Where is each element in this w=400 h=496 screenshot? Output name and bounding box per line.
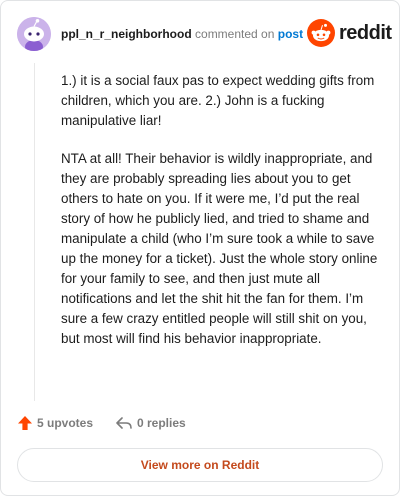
reddit-logo[interactable]: reddit xyxy=(307,19,392,49)
comment-embed-card: ppl_n_r_neighborhood commented on post r… xyxy=(0,0,400,496)
post-link[interactable]: post xyxy=(278,27,303,41)
thread-line xyxy=(34,63,35,401)
replies-stat[interactable]: 0 replies xyxy=(115,413,186,433)
view-more-button[interactable]: View more on Reddit xyxy=(17,448,383,482)
username-link[interactable]: ppl_n_r_neighborhood xyxy=(61,27,192,41)
comment-paragraph: NTA at all! Their behavior is wildly ina… xyxy=(61,151,378,346)
reply-arrow-icon xyxy=(116,417,132,429)
replies-label: 0 replies xyxy=(137,416,186,430)
avatar-snoo-icon xyxy=(17,17,51,51)
action-text: commented on xyxy=(195,27,275,41)
comment-footer: 5 upvotes 0 replies xyxy=(17,413,377,433)
upvotes-stat[interactable]: 5 upvotes xyxy=(17,413,93,433)
comment-body: 1.) it is a social faux pas to expect we… xyxy=(61,71,381,367)
comment-header: ppl_n_r_neighborhood commented on post r… xyxy=(17,17,392,51)
comment-byline: ppl_n_r_neighborhood commented on post xyxy=(61,27,303,41)
reddit-logo-icon xyxy=(307,19,335,47)
comment-paragraph: 1.) it is a social faux pas to expect we… xyxy=(61,73,375,128)
upvote-arrow-icon xyxy=(18,415,32,430)
avatar[interactable] xyxy=(17,17,51,51)
reddit-wordmark: reddit xyxy=(339,22,392,44)
upvotes-label: 5 upvotes xyxy=(37,416,94,430)
